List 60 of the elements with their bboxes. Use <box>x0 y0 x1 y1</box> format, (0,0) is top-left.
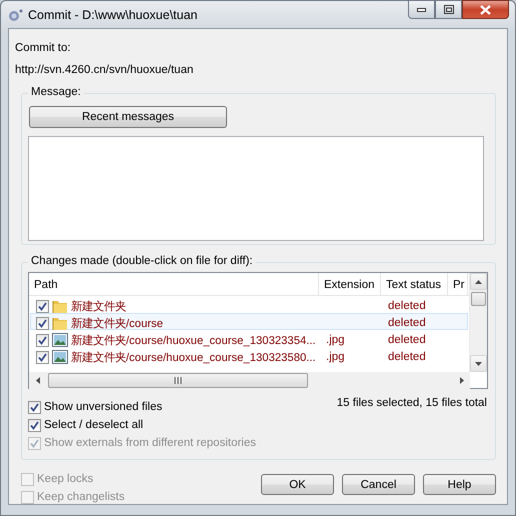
maximize-icon <box>444 5 454 14</box>
column-header[interactable]: Extension <box>319 273 381 296</box>
text-status: deleted <box>387 300 427 312</box>
column-header[interactable]: Pr <box>448 273 468 296</box>
checkbox-label: Keep changelists <box>37 491 125 503</box>
checkbox-label: Show externals from different repositories <box>44 437 256 449</box>
checkbox-label: Show unversioned files <box>44 401 162 413</box>
scroll-thumb[interactable] <box>48 373 308 388</box>
minimize-button[interactable] <box>408 0 435 19</box>
scroll-down-button[interactable] <box>470 355 487 372</box>
text-status: deleted <box>387 351 427 363</box>
maximize-button[interactable] <box>435 0 462 19</box>
close-icon <box>480 4 491 14</box>
list-row[interactable]: 新建文件夹/course/huoxue_course_130323580... .jpg deleted <box>30 347 468 364</box>
checkbox[interactable] <box>36 334 49 346</box>
file-path: 新建文件夹/course <box>71 316 164 330</box>
checkbox[interactable] <box>36 316 49 330</box>
group-label: Changes made (double-click on file for diff): <box>28 255 256 267</box>
ok-button[interactable]: OK <box>261 474 334 495</box>
close-button[interactable] <box>462 0 509 19</box>
cancel-button[interactable]: Cancel <box>342 474 415 495</box>
column-header[interactable]: Path <box>29 273 319 296</box>
minimize-icon <box>417 8 426 12</box>
file-extension: .jpg <box>325 351 346 363</box>
image-icon <box>52 333 68 347</box>
right-arrow-icon <box>460 377 464 384</box>
repository-url: http://svn.4260.cn/svn/huoxue/tuan <box>15 63 194 78</box>
recent-messages-button[interactable]: Recent messages <box>29 106 227 128</box>
file-path: 新建文件夹 <box>71 299 126 314</box>
selection-summary: 15 files selected, 15 files total <box>336 396 487 411</box>
file-extension: .jpg <box>325 334 346 346</box>
commit-to-label: Commit to: <box>15 41 72 56</box>
checkbox-label: Keep locks <box>37 473 94 485</box>
list-row[interactable]: 新建文件夹 deleted <box>30 296 468 313</box>
group-label: Message: <box>28 86 84 98</box>
down-arrow-icon <box>475 362 482 366</box>
list-row[interactable]: 新建文件夹/course deleted <box>30 313 468 330</box>
checkbox[interactable] <box>36 300 49 312</box>
scroll-thumb[interactable] <box>471 292 486 306</box>
grip-icon <box>174 377 182 384</box>
column-header[interactable]: Text status <box>381 273 448 296</box>
message-field[interactable] <box>28 136 484 241</box>
checkbox[interactable] <box>28 400 41 414</box>
checkbox[interactable] <box>36 350 49 364</box>
text-status: deleted <box>387 334 427 346</box>
help-button[interactable]: Help <box>423 474 496 495</box>
scroll-up-button[interactable] <box>470 273 487 290</box>
image-icon <box>52 350 68 364</box>
window-title: Commit - D:\www\huoxue\tuan <box>28 8 198 22</box>
up-arrow-icon <box>475 280 482 284</box>
file-path: 新建文件夹/course/huoxue_course_130323580... <box>71 350 316 364</box>
text-status: deleted <box>387 317 427 329</box>
app-icon <box>7 8 23 22</box>
checkbox-label: Select / deselect all <box>44 419 144 431</box>
list-row[interactable]: 新建文件夹/course/huoxue_course_130323354... .jpg deleted <box>30 330 468 347</box>
left-arrow-icon <box>36 377 40 384</box>
folder-icon <box>52 316 68 330</box>
checkbox[interactable] <box>28 418 41 432</box>
folder-icon <box>52 298 68 314</box>
file-path: 新建文件夹/course/huoxue_course_130323354... <box>71 333 316 348</box>
